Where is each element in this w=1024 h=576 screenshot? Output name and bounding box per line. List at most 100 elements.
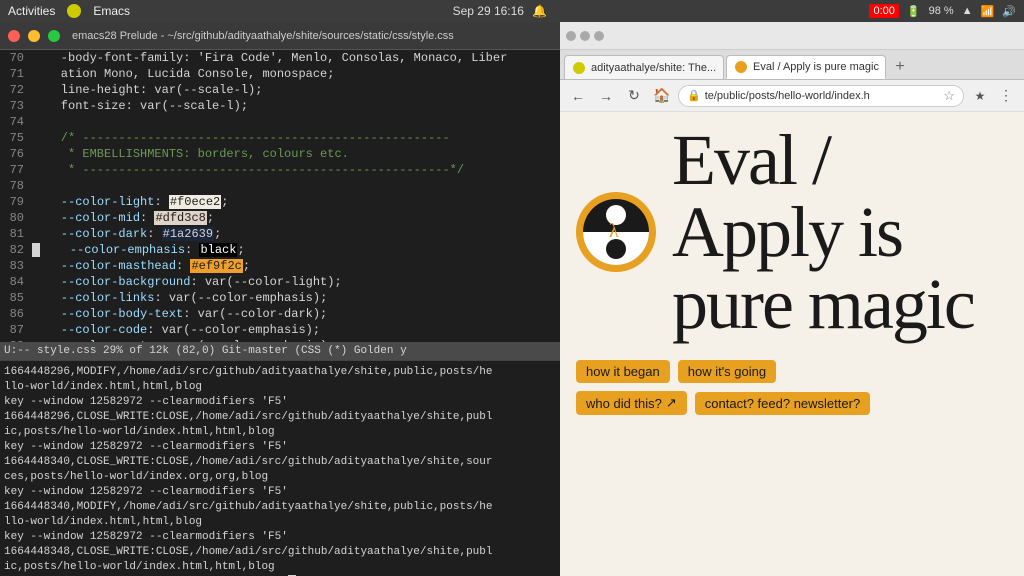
- log-line: llo-world/index.html,html,blog: [4, 380, 556, 395]
- log-line: 1664448340,CLOSE_WRITE:CLOSE,/home/adi/s…: [4, 455, 556, 470]
- log-line: key --window 12582972 --clearmodifiers '…: [4, 440, 556, 455]
- bookmark-star-button[interactable]: ★: [968, 84, 992, 108]
- close-button[interactable]: [8, 30, 20, 42]
- site-logo[interactable]: λ: [576, 192, 656, 272]
- address-bar[interactable]: 🔒 te/public/posts/hello-world/index.h ☆: [678, 85, 964, 107]
- datetime-label: Sep 29 16:16: [453, 4, 524, 18]
- code-line: 76 * EMBELLISHMENTS: borders, colours et…: [0, 146, 560, 162]
- tab2-label: Eval / Apply is pure magic: [753, 61, 879, 73]
- emacs-status-bar: U:-- style.css 29% of 12k (82,0) Git-mas…: [0, 342, 560, 360]
- home-button[interactable]: 🏠: [650, 84, 674, 108]
- top-bar-right: 0:00 🔋 98 % ▲ 📶 🔊: [869, 4, 1016, 18]
- who-did-this-label: who did this?: [586, 396, 662, 411]
- log-line: ces,posts/hello-world/index.org,org,blog: [4, 470, 556, 485]
- lock-icon: 🔒: [687, 89, 701, 102]
- log-line: 1664448296,CLOSE_WRITE:CLOSE,/home/adi/s…: [4, 410, 556, 425]
- refresh-button[interactable]: ↻: [622, 84, 646, 108]
- log-line: ic,posts/hello-world/index.html,html,blo…: [4, 560, 556, 575]
- address-text: te/public/posts/hello-world/index.h: [705, 90, 940, 102]
- site-header: λ Eval / Apply is pure magic: [560, 112, 1024, 352]
- browser-chrome: [560, 22, 1024, 50]
- how-it-began-link[interactable]: how it began: [576, 360, 670, 383]
- external-link-icon: ↗: [666, 395, 677, 411]
- code-line: 72 line-height: var(--scale-l);: [0, 82, 560, 98]
- log-line: llo-world/index.html,html,blog: [4, 515, 556, 530]
- log-line: key --window 12582972 --clearmodifiers '…: [4, 530, 556, 545]
- emacs-titlebar: emacs28 Prelude - ~/src/github/adityaath…: [0, 22, 560, 50]
- website: λ Eval / Apply is pure magic how it bega…: [560, 112, 1024, 576]
- forward-button[interactable]: →: [594, 84, 618, 108]
- browser-minimize-button[interactable]: [580, 31, 590, 41]
- nav-extras: ★ ⋮: [968, 84, 1018, 108]
- back-button[interactable]: ←: [566, 84, 590, 108]
- link-row-1: how it began how it's going: [576, 360, 776, 383]
- code-line: 74: [0, 114, 560, 130]
- svg-text:λ: λ: [609, 220, 619, 242]
- tab1-label: adityaathalye/shite: The...: [591, 62, 716, 74]
- activities-button[interactable]: Activities: [8, 4, 55, 18]
- tab-bar: adityaathalye/shite: The... ✕ Eval / App…: [560, 50, 1024, 80]
- site-links: how it began how it's going who did this…: [560, 352, 1024, 423]
- code-line: 71 ation Mono, Lucida Console, monospace…: [0, 66, 560, 82]
- code-editor[interactable]: 70 -body-font-family: 'Fira Code', Menlo…: [0, 50, 560, 342]
- tab2-favicon: [735, 61, 747, 73]
- sound-icon: 🔊: [1002, 5, 1016, 18]
- browser-close-button[interactable]: [566, 31, 576, 41]
- code-line: 81 --color-dark: #1a2639;: [0, 226, 560, 242]
- top-bar-center: Sep 29 16:16 🔔: [453, 4, 547, 18]
- emacs-title: emacs28 Prelude - ~/src/github/adityaath…: [72, 30, 454, 42]
- browser-content: λ Eval / Apply is pure magic how it bega…: [560, 112, 1024, 576]
- emacs-label: Emacs: [93, 4, 130, 18]
- code-line: 82 --color-emphasis: black;: [0, 242, 560, 258]
- link-row-2: who did this? ↗ contact? feed? newslette…: [576, 391, 870, 415]
- log-line: 1664448340,MODIFY,/home/adi/src/github/a…: [4, 500, 556, 515]
- battery-time: 0:00: [869, 4, 898, 18]
- maximize-button[interactable]: [48, 30, 60, 42]
- browser-maximize-button[interactable]: [594, 31, 604, 41]
- notification-icon[interactable]: 🔔: [532, 4, 547, 18]
- code-line: 77 * -----------------------------------…: [0, 162, 560, 178]
- emacs-panel: emacs28 Prelude - ~/src/github/adityaath…: [0, 22, 560, 576]
- code-line: 85 --color-links: var(--color-emphasis);: [0, 290, 560, 306]
- code-line: 86 --color-body-text: var(--color-dark);: [0, 306, 560, 322]
- code-line: 78: [0, 178, 560, 194]
- battery-icon: 🔋: [907, 5, 921, 18]
- log-line: ic,posts/hello-world/index.html,html,blo…: [4, 425, 556, 440]
- new-tab-button[interactable]: +: [888, 55, 912, 79]
- tab-1[interactable]: adityaathalye/shite: The... ✕: [564, 55, 724, 79]
- how-its-going-link[interactable]: how it's going: [678, 360, 776, 383]
- cursor: [32, 243, 40, 257]
- emacs-log-area[interactable]: 1664448296,MODIFY,/home/adi/src/github/a…: [0, 360, 560, 576]
- log-line: 1664448296,MODIFY,/home/adi/src/github/a…: [4, 365, 556, 380]
- emacs-icon: [67, 4, 81, 18]
- top-bar: Activities Emacs Sep 29 16:16 🔔 0:00 🔋 9…: [0, 0, 1024, 22]
- code-line: 79 --color-light: #f0ece2;: [0, 194, 560, 210]
- log-line: key --window 12582972 --clearmodifiers '…: [4, 395, 556, 410]
- code-line: 80 --color-mid: #dfd3c8;: [0, 210, 560, 226]
- browser-nav-bar: ← → ↻ 🏠 🔒 te/public/posts/hello-world/in…: [560, 80, 1024, 112]
- tab-2[interactable]: Eval / Apply is pure magic ✕: [726, 55, 886, 79]
- log-line: key --window 12582972 --clearmodifiers '…: [4, 485, 556, 500]
- code-line: 73 font-size: var(--scale-l);: [0, 98, 560, 114]
- wifi-icon: 📶: [981, 5, 995, 18]
- status-text: U:-- style.css 29% of 12k (82,0) Git-mas…: [4, 345, 407, 357]
- code-line: 83 --color-masthead: #ef9f2c;: [0, 258, 560, 274]
- log-line: 1664448348,CLOSE_WRITE:CLOSE,/home/adi/s…: [4, 545, 556, 560]
- minimize-button[interactable]: [28, 30, 40, 42]
- top-bar-left: Activities Emacs: [8, 4, 130, 18]
- site-title: Eval / Apply is pure magic: [672, 124, 1008, 340]
- more-button[interactable]: ⋮: [994, 84, 1018, 108]
- code-line: 84 --color-background: var(--color-light…: [0, 274, 560, 290]
- main-layout: emacs28 Prelude - ~/src/github/adityaath…: [0, 22, 1024, 576]
- network-icon: ▲: [962, 5, 973, 17]
- browser-panel: adityaathalye/shite: The... ✕ Eval / App…: [560, 22, 1024, 576]
- bookmark-icon[interactable]: ☆: [943, 88, 955, 104]
- logo-svg: λ: [581, 197, 651, 267]
- tab1-favicon: [573, 62, 585, 74]
- battery-pct: 98 %: [929, 5, 954, 17]
- code-line: 75 /* ----------------------------------…: [0, 130, 560, 146]
- contact-link[interactable]: contact? feed? newsletter?: [695, 392, 870, 415]
- who-did-this-link[interactable]: who did this? ↗: [576, 391, 687, 415]
- code-line: 70 -body-font-family: 'Fira Code', Menlo…: [0, 50, 560, 66]
- code-line: 87 --color-code: var(--color-emphasis);: [0, 322, 560, 338]
